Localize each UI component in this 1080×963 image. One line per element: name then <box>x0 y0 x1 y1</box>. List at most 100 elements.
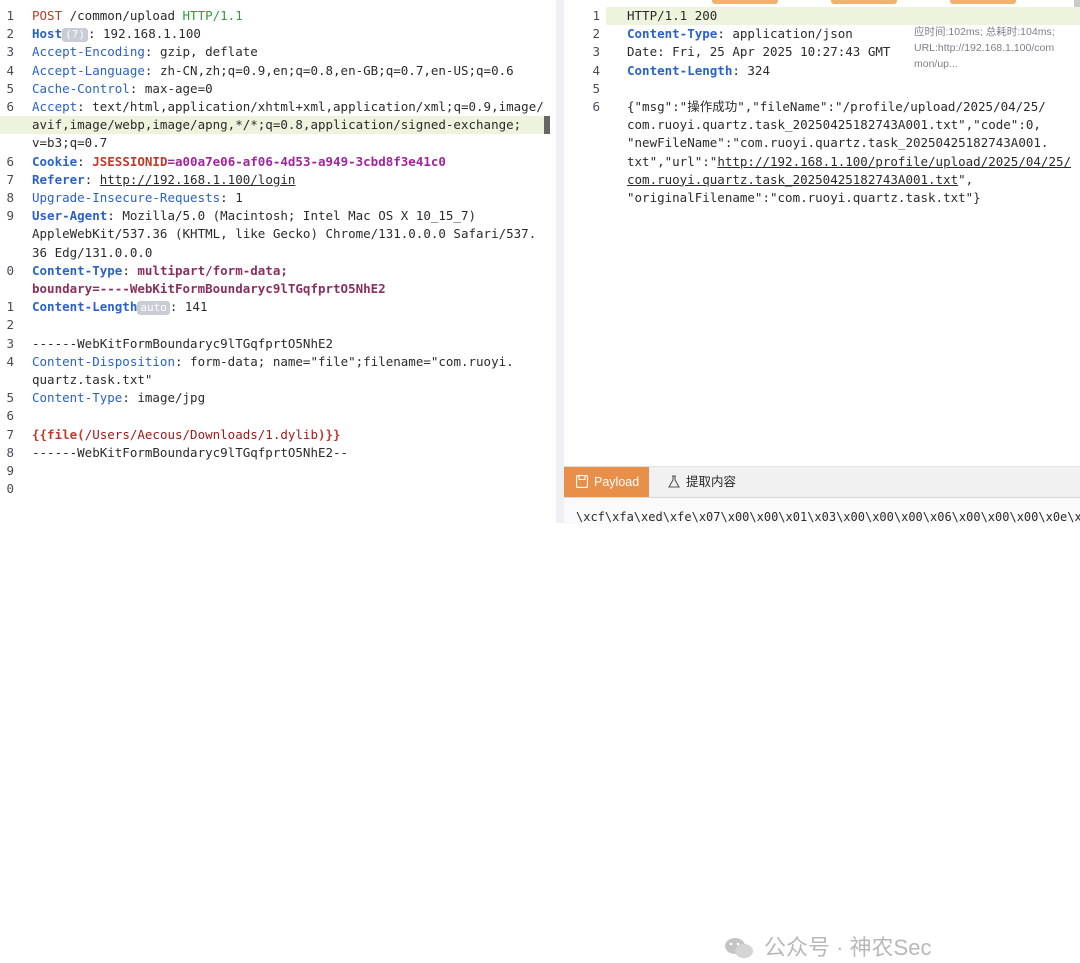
code-token: "originalFilename":"com.ruoyi.quartz.tas… <box>627 190 981 205</box>
code-token: Date: Fri, 25 Apr 2025 10:27:43 GMT <box>627 44 891 60</box>
code-line: 36 Edg/131.0.0.0 <box>0 244 556 262</box>
line-number: 2 <box>6 26 14 42</box>
code-text[interactable]: Content-Disposition: form-data; name="fi… <box>32 353 514 371</box>
code-line: 4 Content-Length: 324 <box>564 62 1080 80</box>
code-line: 6 {"msg":"操作成功","fileName":"/profile/uplo… <box>564 98 1080 116</box>
code-token: )}} <box>317 426 341 442</box>
code-text[interactable]: User-Agent: Mozilla/5.0 (Macintosh; Inte… <box>32 207 476 225</box>
code-line: 1 Content-Length auto: 141 <box>0 298 556 316</box>
response-viewer[interactable]: 远端地址:192.168.1.100:80; 响应时间:102ms; 总耗时:1… <box>564 0 1080 960</box>
code-token: Referer <box>32 171 85 187</box>
code-token: Accept <box>32 99 78 114</box>
line-number: 6 <box>592 99 600 114</box>
code-text[interactable]: Content-Length: 324 <box>627 62 770 80</box>
code-token: Content-Length <box>32 299 138 315</box>
code-line: com.ruoyi.quartz.task_20250425182743A001… <box>564 116 1080 134</box>
code-token: Accept-Language <box>32 62 145 78</box>
code-text[interactable]: Content-Length auto: 141 <box>32 298 208 316</box>
code-token: : <box>77 153 93 169</box>
code-text[interactable]: Cache-Control: max-age=0 <box>32 80 213 98</box>
line-number: 8 <box>6 190 14 205</box>
code-text[interactable]: com.ruoyi.quartz.task_20250425182743A001… <box>627 171 973 189</box>
code-text[interactable]: Upgrade-Insecure-Requests: 1 <box>32 189 243 207</box>
code-token: Host <box>32 26 63 42</box>
tab-extract[interactable]: 提取内容 <box>656 467 746 497</box>
line-number: 5 <box>6 390 14 406</box>
badge: auto <box>137 301 170 316</box>
code-text[interactable]: Cookie: JSESSIONID=a00a7e06-af06-4d53-a9… <box>32 153 446 171</box>
line-number: 7 <box>6 426 14 442</box>
top-tab-indicator <box>831 0 897 4</box>
code-text[interactable]: com.ruoyi.quartz.task_20250425182743A001… <box>627 116 1041 134</box>
code-token: : 141 <box>169 299 208 315</box>
line-number: 1 <box>592 8 600 23</box>
code-text[interactable]: quartz.task.txt" <box>32 371 152 389</box>
code-text[interactable]: {{file(/Users/Aecous/Downloads/1.dylib)}… <box>32 426 341 444</box>
code-text[interactable]: ------WebKitFormBoundaryc9lTGqfprtO5NhE2… <box>32 444 348 462</box>
code-token: Cookie <box>32 153 78 169</box>
line-number: 9 <box>6 463 14 478</box>
code-token: Content-Type <box>32 390 123 406</box>
code-token: Content-Type <box>627 26 718 42</box>
tab-extract-label: 提取内容 <box>686 475 737 489</box>
code-text[interactable]: Accept-Language: zh-CN,zh;q=0.9,en;q=0.8… <box>32 62 514 80</box>
code-text[interactable]: HTTP/1.1 200 <box>627 7 717 25</box>
tab-payload[interactable]: Payload <box>564 467 650 497</box>
code-line: 5 Cache-Control: max-age=0 <box>0 80 556 98</box>
code-text[interactable]: Date: Fri, 25 Apr 2025 10:27:43 GMT <box>627 43 890 61</box>
code-text[interactable]: 36 Edg/131.0.0.0 <box>32 244 152 262</box>
code-line: 5 <box>564 80 1080 98</box>
code-token: HTTP/1.1 <box>182 8 243 23</box>
line-number: 2 <box>592 26 600 42</box>
code-token: : Mozilla/5.0 (Macintosh; Intel Mac OS X… <box>107 208 477 224</box>
line-number: 6 <box>6 408 14 424</box>
code-text[interactable]: Accept-Encoding: gzip, deflate <box>32 43 258 61</box>
pane-divider[interactable] <box>556 0 564 523</box>
code-text[interactable]: Content-Type: image/jpg <box>32 389 205 407</box>
code-token: {"msg":"操作成功","fileName":"/profile/uploa… <box>627 99 1046 114</box>
code-text[interactable]: "newFileName":"com.ruoyi.quartz.task_202… <box>627 134 1048 152</box>
code-line: 6 Accept: text/html,application/xhtml+xml… <box>0 98 556 116</box>
code-line: com.ruoyi.quartz.task_20250425182743A001… <box>564 171 1080 189</box>
code-text[interactable]: {"msg":"操作成功","fileName":"/profile/uploa… <box>627 98 1046 116</box>
code-token: Upgrade-Insecure-Requests <box>32 190 221 205</box>
code-text[interactable]: Content-Type: application/json <box>627 25 853 43</box>
code-text[interactable]: "originalFilename":"com.ruoyi.quartz.tas… <box>627 189 981 207</box>
code-token[interactable]: http://192.168.1.100/profile/upload/2025… <box>717 154 1071 169</box>
line-number: 5 <box>592 80 600 96</box>
code-token[interactable]: com.ruoyi.quartz.task_20250425182743A001… <box>627 172 958 187</box>
code-token[interactable]: http://192.168.1.100/login <box>100 172 296 187</box>
code-text[interactable]: POST /common/upload HTTP/1.1 <box>32 7 243 25</box>
request-editor[interactable]: 1 POST /common/upload HTTP/1.1 2 Host (?): 1… <box>0 0 556 523</box>
code-token: : application/json <box>717 26 853 42</box>
code-text[interactable]: Accept: text/html,application/xhtml+xml,… <box>32 98 544 116</box>
code-token: v=b3;q=0.7 <box>32 135 108 151</box>
code-text[interactable]: v=b3;q=0.7 <box>32 134 107 152</box>
code-line: 6 Cookie: JSESSIONID=a00a7e06-af06-4d53-a… <box>0 153 556 171</box>
code-line: 6 <box>0 407 556 425</box>
code-text[interactable]: ------WebKitFormBoundaryc9lTGqfprtO5NhE2 <box>32 335 333 353</box>
code-token: : 192.168.1.100 <box>87 26 201 42</box>
line-number: 8 <box>6 444 14 460</box>
code-text[interactable]: AppleWebKit/537.36 (KHTML, like Gecko) C… <box>32 225 536 243</box>
code-token: : 324 <box>732 62 770 78</box>
code-token: HTTP/1.1 200 <box>627 8 718 23</box>
code-text[interactable]: avif,image/webp,image/apng,*/*;q=0.8,app… <box>32 116 521 134</box>
tab-payload-label: Payload <box>594 475 640 489</box>
line-number: 4 <box>6 62 14 78</box>
hex-view: \xcf\xfa\xed\xfe\x07\x00\x00\x01\x03\x00… <box>564 497 1080 524</box>
code-text[interactable]: Host (?): 192.168.1.100 <box>32 25 201 43</box>
code-token: : image/jpg <box>122 390 206 406</box>
bottom-tabbar: Payload 提取内容 公众号 · 神农Sec <box>564 466 1080 960</box>
flask-icon <box>668 475 680 488</box>
code-text[interactable]: txt","url":"http://192.168.1.100/profile… <box>627 153 1071 171</box>
watermark: 公众号 · 神农Sec <box>725 933 931 963</box>
code-token: POST <box>32 8 63 23</box>
code-text[interactable]: Referer: http://192.168.1.100/login <box>32 171 295 189</box>
code-line: 3 Accept-Encoding: gzip, deflate <box>0 43 556 61</box>
code-text[interactable]: Content-Type: multipart/form-data; <box>32 262 288 280</box>
code-line: avif,image/webp,image/apng,*/*;q=0.8,app… <box>0 116 556 134</box>
code-line: 8 ------WebKitFormBoundaryc9lTGqfprtO5NhE… <box>0 444 556 462</box>
code-text[interactable]: boundary=----WebKitFormBoundaryc9lTGqfpr… <box>32 280 386 298</box>
code-token: Content-Disposition <box>32 353 175 369</box>
